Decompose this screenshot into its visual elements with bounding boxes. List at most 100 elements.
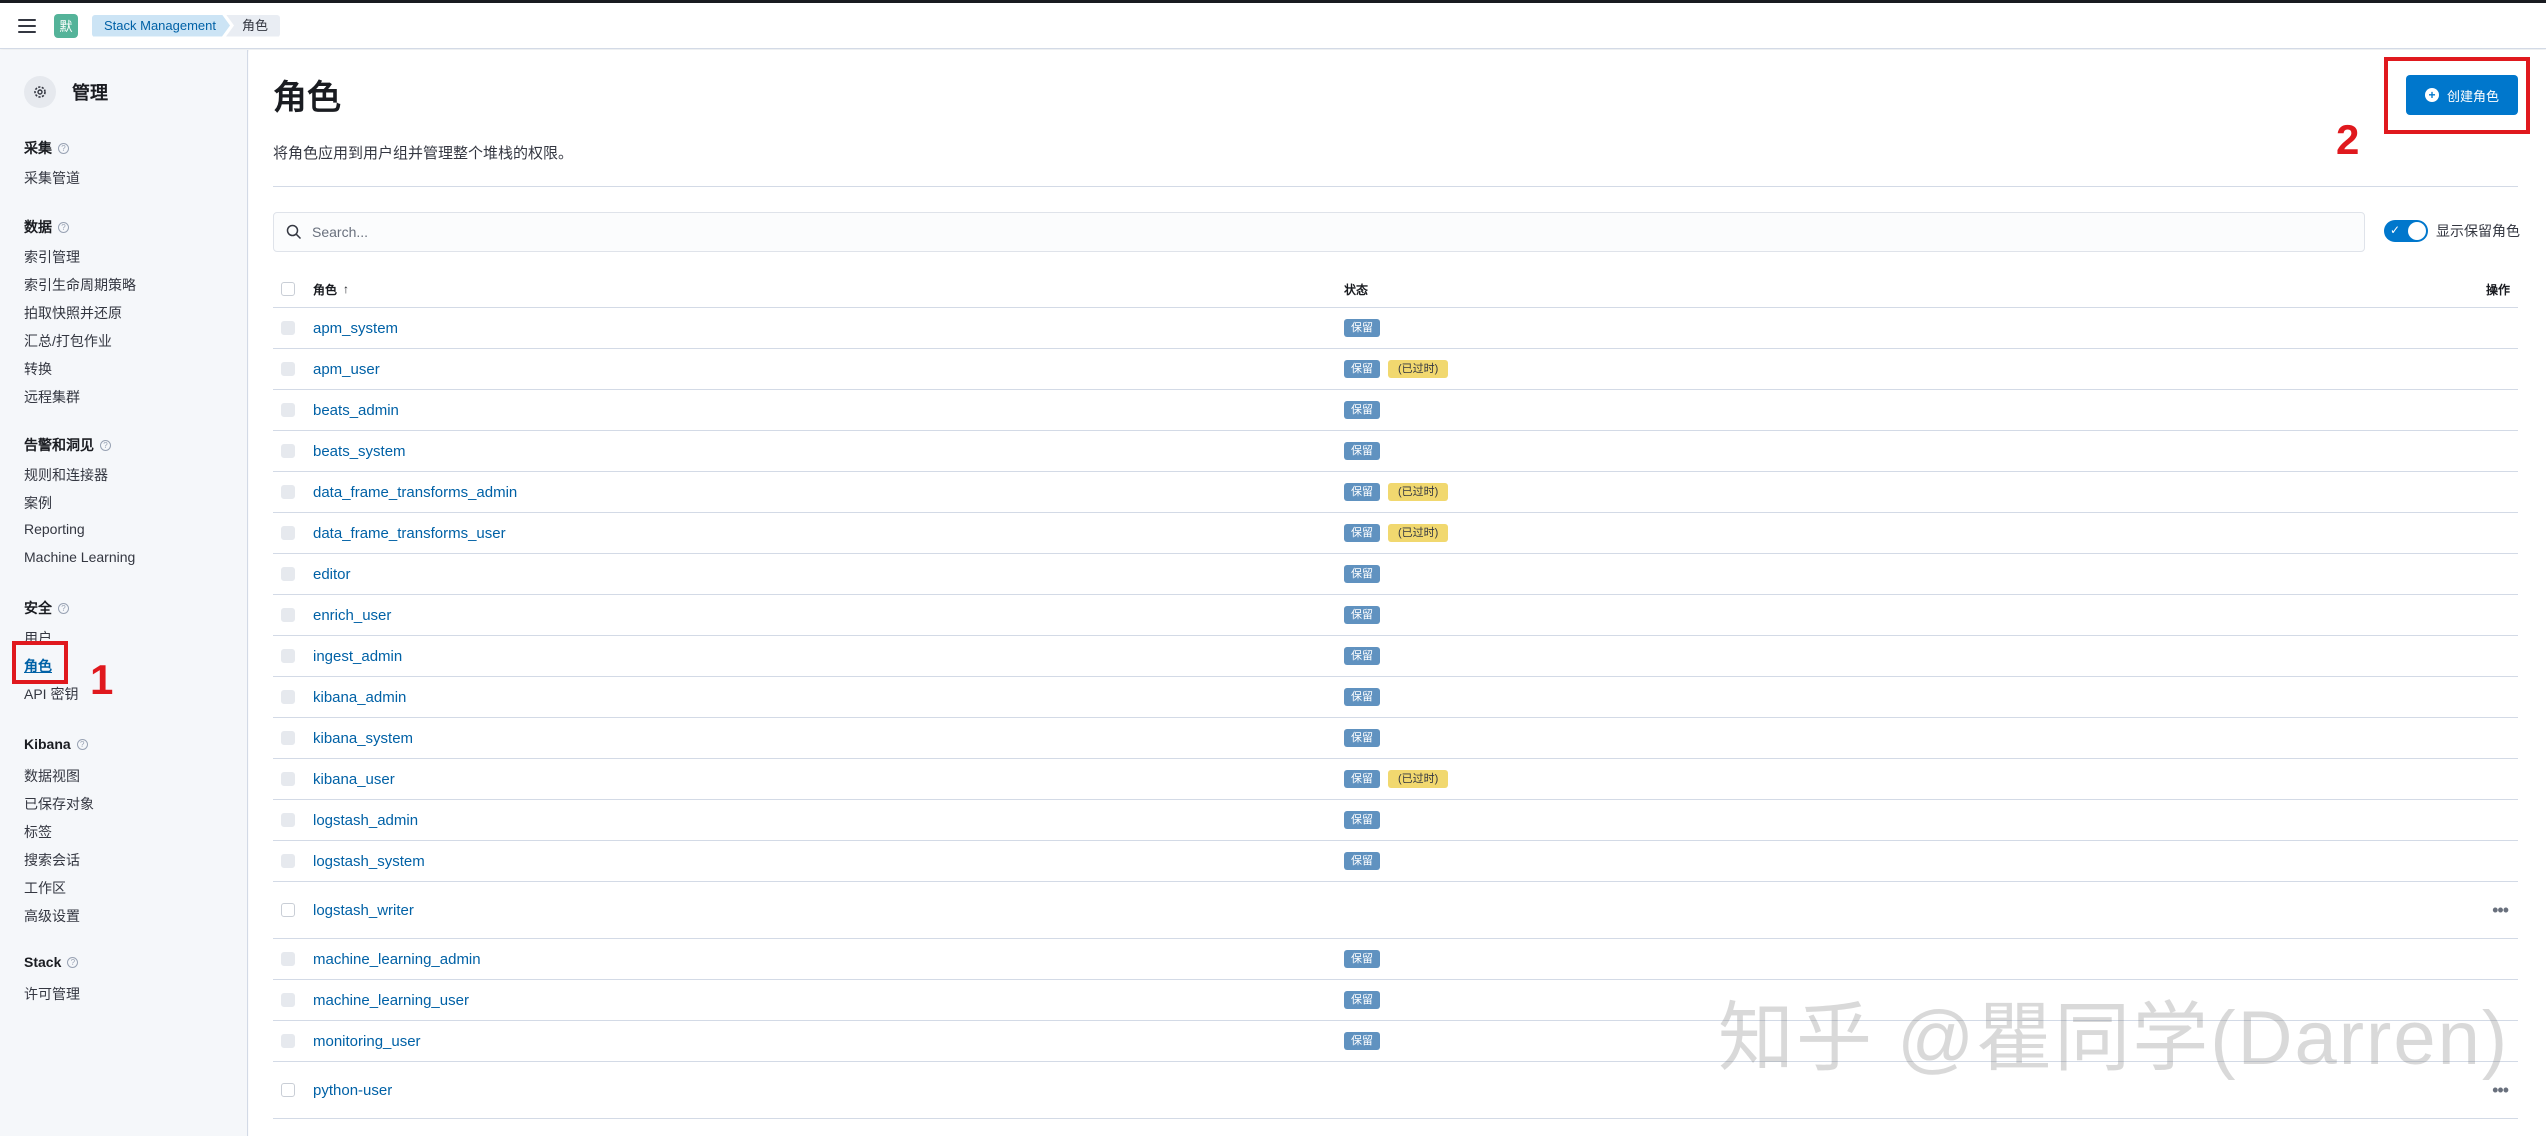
help-icon[interactable]: ? <box>100 439 111 451</box>
show-reserved-label: 显示保留角色 <box>2436 223 2520 239</box>
status-badges: 保留 (已过时) <box>1344 360 1449 378</box>
role-name-link[interactable]: kibana_admin <box>313 689 406 706</box>
sidebar-item[interactable]: 标签 <box>24 822 52 842</box>
row-checkbox <box>281 526 295 540</box>
row-checkbox <box>281 813 295 827</box>
row-checkbox <box>281 993 295 1007</box>
hamburger-icon <box>18 18 36 33</box>
top-header: 默 Stack Management 角色 <box>0 3 2546 49</box>
menu-button[interactable] <box>0 3 54 49</box>
row-checkbox <box>281 952 295 966</box>
more-actions-icon[interactable]: ••• <box>2492 900 2509 921</box>
help-icon[interactable]: ? <box>76 738 88 750</box>
status-badges: 保留 (已过时) <box>1344 770 1449 788</box>
sidebar-item[interactable]: 拍取快照并还原 <box>24 303 122 323</box>
reserved-badge: 保留 <box>1344 811 1380 829</box>
column-role-header[interactable]: 角色 ↑ <box>313 281 349 298</box>
status-badges: 保留 <box>1344 729 1388 747</box>
row-checkbox <box>281 485 295 499</box>
role-name-link[interactable]: editor <box>313 566 351 583</box>
sidebar-item[interactable]: 汇总/打包作业 <box>24 331 112 351</box>
table-row: data_frame_transforms_user 保留 (已过时) <box>273 513 2518 554</box>
status-badges: 保留 <box>1344 319 1388 337</box>
table-row: kibana_user 保留 (已过时) <box>273 759 2518 800</box>
table-row: kibana_admin 保留 <box>273 677 2518 718</box>
search-box <box>273 212 2365 252</box>
role-name-link[interactable]: ingest_admin <box>313 648 402 665</box>
sidebar-item[interactable]: 索引生命周期策略 <box>24 275 136 295</box>
deprecated-badge: (已过时) <box>1388 360 1449 378</box>
page-description: 将角色应用到用户组并管理整个堆栈的权限。 <box>273 145 574 162</box>
breadcrumb-stack-management[interactable]: Stack Management <box>92 15 230 37</box>
column-status-header: 状态 <box>1344 282 1369 297</box>
help-icon[interactable]: ? <box>58 142 69 154</box>
role-name-link[interactable]: kibana_system <box>313 730 413 747</box>
row-checkbox[interactable] <box>281 903 295 917</box>
watermark: 知乎 @瞿同学(Darren) <box>1718 996 2510 1081</box>
sidebar-item[interactable]: 已保存对象 <box>24 794 94 814</box>
reserved-badge: 保留 <box>1344 606 1380 624</box>
sidebar-item[interactable]: 高级设置 <box>24 906 80 926</box>
status-badges: 保留 (已过时) <box>1344 483 1449 501</box>
status-badges: 保留 <box>1344 647 1388 665</box>
reserved-badge: 保留 <box>1344 991 1380 1009</box>
role-name-link[interactable]: data_frame_transforms_user <box>313 525 506 542</box>
role-name-link[interactable]: enrich_user <box>313 607 391 624</box>
sidebar-item[interactable]: Machine Learning <box>24 549 135 565</box>
row-checkbox <box>281 321 295 335</box>
help-icon[interactable]: ? <box>58 221 69 233</box>
sidebar-item[interactable]: 规则和连接器 <box>24 465 108 485</box>
help-icon[interactable]: ? <box>58 602 69 614</box>
sidebar-item[interactable]: 工作区 <box>24 878 66 898</box>
breadcrumb-roles: 角色 <box>226 14 281 37</box>
check-icon: ✓ <box>2390 223 2401 237</box>
sidebar-item[interactable]: 采集管道 <box>24 168 80 188</box>
row-checkbox <box>281 772 295 786</box>
role-name-link[interactable]: machine_learning_user <box>313 992 469 1009</box>
sidebar-item[interactable]: 数据视图 <box>24 766 80 786</box>
column-actions-header: 操作 <box>2485 282 2510 297</box>
deprecated-badge: (已过时) <box>1388 483 1449 501</box>
status-badges: 保留 <box>1344 950 1388 968</box>
role-name-link[interactable]: kibana_user <box>313 771 395 788</box>
row-checkbox[interactable] <box>281 1083 295 1097</box>
search-input[interactable] <box>312 224 2312 240</box>
sidebar-item[interactable]: Reporting <box>24 521 85 537</box>
table-row: logstash_admin 保留 <box>273 800 2518 841</box>
role-name-link[interactable]: data_frame_transforms_admin <box>313 484 517 501</box>
role-name-link[interactable]: python-user <box>313 1082 392 1099</box>
role-name-link[interactable]: logstash_admin <box>313 812 418 829</box>
role-name-link[interactable]: apm_system <box>313 320 398 337</box>
sidebar-item[interactable]: API 密钥 <box>24 684 78 704</box>
role-name-link[interactable]: apm_user <box>313 361 380 378</box>
space-avatar[interactable]: 默 <box>54 13 78 38</box>
table-row: ingest_admin 保留 <box>273 636 2518 677</box>
role-name-link[interactable]: beats_system <box>313 443 406 460</box>
help-icon[interactable]: ? <box>67 956 79 968</box>
sidebar-item[interactable]: 许可管理 <box>24 984 80 1004</box>
row-checkbox <box>281 608 295 622</box>
divider <box>273 186 2518 187</box>
reserved-badge: 保留 <box>1344 770 1380 788</box>
role-name-link[interactable]: machine_learning_admin <box>313 951 481 968</box>
row-checkbox <box>281 567 295 581</box>
role-name-link[interactable]: beats_admin <box>313 402 399 419</box>
role-name-link[interactable]: logstash_writer <box>313 902 414 919</box>
sidebar-title: 管理 <box>24 76 108 108</box>
nav-group-label: 安全 <box>24 600 52 616</box>
role-name-link[interactable]: logstash_system <box>313 853 425 870</box>
sidebar-item[interactable]: 搜索会话 <box>24 850 80 870</box>
select-all-checkbox[interactable] <box>281 282 295 296</box>
reserved-badge: 保留 <box>1344 401 1380 419</box>
reserved-badge: 保留 <box>1344 688 1380 706</box>
reserved-badge: 保留 <box>1344 442 1380 460</box>
sidebar-item[interactable]: 转换 <box>24 359 52 379</box>
deprecated-badge: (已过时) <box>1388 524 1449 542</box>
role-name-link[interactable]: monitoring_user <box>313 1033 421 1050</box>
sidebar-item[interactable]: 远程集群 <box>24 387 80 407</box>
show-reserved-toggle[interactable]: ✓ <box>2384 220 2428 242</box>
sidebar-item[interactable]: 案例 <box>24 493 52 513</box>
reserved-badge: 保留 <box>1344 729 1380 747</box>
sidebar-item[interactable]: 索引管理 <box>24 247 80 267</box>
reserved-badge: 保留 <box>1344 1032 1380 1050</box>
